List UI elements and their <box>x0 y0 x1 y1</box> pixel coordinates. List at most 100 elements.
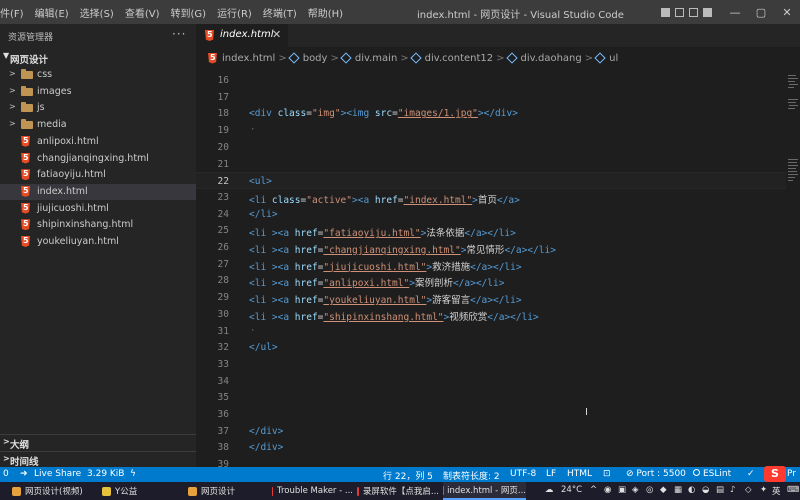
port-status[interactable]: ⊘ Port : 5500 <box>626 469 686 479</box>
minimap[interactable] <box>786 69 800 467</box>
tree-item-jiujicuoshi-html[interactable]: jiujicuoshi.html <box>0 201 196 217</box>
code-line[interactable]: 34 <box>196 373 786 390</box>
code-line[interactable]: 29 <li ><a href="youkeliuyan.html">游客留言</… <box>196 289 786 306</box>
code-line[interactable]: 25 <li ><a href="fatiaoyiju.html">法条依据</a… <box>196 222 786 239</box>
toggle-secondary-sidebar-icon[interactable] <box>689 7 698 17</box>
code-line[interactable]: 20 <box>196 139 786 156</box>
code-editor[interactable]: 16 17 18 <div class="img"><img src="images/… <box>196 69 786 467</box>
tree-item-changjianqingxing-html[interactable]: changjianqingxing.html <box>0 151 196 167</box>
tree-item-images[interactable]: > images <box>0 84 196 100</box>
maximize-button[interactable]: ▢ <box>748 6 774 19</box>
tree-item-css[interactable]: > css <box>0 67 196 83</box>
volume-icon[interactable]: ♪ <box>730 485 735 495</box>
breadcrumb-div-daohang[interactable]: div.daohang <box>521 53 582 64</box>
code-line[interactable]: 23 <li class="active"><a href="index.html… <box>196 189 786 206</box>
taskbar-app-button[interactable]: Trouble Maker - ... <box>272 482 353 500</box>
live-share-button[interactable]: Live Share <box>34 469 81 479</box>
tree-item-js[interactable]: > js <box>0 100 196 116</box>
tray-app-icon[interactable]: ✦ <box>760 485 767 495</box>
code-line[interactable]: 30 <li ><a href="shipinxinshang.html">视频欣… <box>196 306 786 323</box>
taskbar-app-button[interactable]: 网页设计(视频) <box>12 482 98 500</box>
close-button[interactable]: ✕ <box>774 6 800 19</box>
tray-app-icon[interactable]: ◆ <box>660 485 667 495</box>
code-line[interactable]: 19 · <box>196 122 786 139</box>
code-line[interactable]: 17 <box>196 89 786 106</box>
ime-icon[interactable]: ⌨ <box>787 485 799 495</box>
taskbar-app-button[interactable]: 录屏软件【点我启... <box>357 482 439 500</box>
tray-app-icon[interactable]: ◇ <box>745 485 752 495</box>
menu-goto[interactable]: 转到(G) <box>171 5 213 20</box>
code-line[interactable]: 28 <li ><a href="anlipoxi.html">案例剖析</a><… <box>196 272 786 289</box>
menu-edit[interactable]: 编辑(E) <box>35 5 75 20</box>
indentation[interactable]: 制表符长度: 2 <box>443 469 500 482</box>
taskbar-app-button[interactable]: 网页设计 <box>188 482 268 500</box>
tab-index-html[interactable]: index.html ✕ <box>196 24 288 47</box>
menu-selection[interactable]: 选择(S) <box>80 5 120 20</box>
code-line[interactable]: 31 · <box>196 323 786 340</box>
code-line[interactable]: 35 <box>196 389 786 406</box>
tree-item-media[interactable]: > media <box>0 117 196 133</box>
tray-app-icon[interactable]: ◈ <box>632 485 639 495</box>
tray-app-icon[interactable]: ▣ <box>618 485 626 495</box>
breadcrumb-div-main[interactable]: div.main <box>355 53 397 64</box>
breadcrumb-ul[interactable]: ul <box>609 53 618 64</box>
code-line[interactable]: 38 </div> <box>196 439 786 456</box>
outline-section[interactable]: > 大纲 <box>0 434 196 451</box>
tray-app-icon[interactable]: ◐ <box>688 485 695 495</box>
menu-terminal[interactable]: 终端(T) <box>263 5 303 20</box>
breadcrumb-div-content12[interactable]: div.content12 <box>425 53 493 64</box>
taskbar-app-button[interactable]: Y公益 <box>102 482 184 500</box>
status-problems[interactable]: 0 <box>3 469 9 479</box>
code-line[interactable]: 24 </li> <box>196 206 786 223</box>
wechat-tray-icon[interactable]: ◉ <box>604 485 611 495</box>
breadcrumb-file[interactable]: index.html <box>222 53 275 64</box>
code-line[interactable]: 37 </div> <box>196 423 786 440</box>
encoding[interactable]: UTF-8 <box>510 469 536 479</box>
tree-item-index-html[interactable]: index.html <box>0 183 196 200</box>
tree-item-youkeliuyan-html[interactable]: youkeliuyan.html <box>0 234 196 250</box>
code-line[interactable]: 26 <li ><a href="changjianqingxing.html">… <box>196 239 786 256</box>
tree-item-fatiaoyiju-html[interactable]: fatiaoyiju.html <box>0 167 196 183</box>
toggle-sidebar-icon[interactable] <box>661 7 670 17</box>
network-icon[interactable]: ▤ <box>716 485 724 495</box>
minimize-button[interactable]: — <box>722 6 748 19</box>
tray-app-icon[interactable]: ▦ <box>674 485 682 495</box>
language-mode[interactable]: HTML <box>567 469 592 479</box>
eslint-status[interactable]: ESLint <box>693 469 731 479</box>
menu-help[interactable]: 帮助(H) <box>308 5 349 20</box>
code-line[interactable]: 22 <ul> <box>196 172 786 189</box>
toggle-panel-icon[interactable] <box>675 7 684 17</box>
code-line[interactable]: 18 <div class="img"><img src="images/1.jp… <box>196 105 786 122</box>
prettier-status[interactable]: Pr <box>787 469 796 479</box>
menu-run[interactable]: 运行(R) <box>217 5 258 20</box>
taskbar-app-button[interactable]: index.html - 网页... <box>443 482 526 500</box>
code-line[interactable]: 16 <box>196 72 786 89</box>
menu-view[interactable]: 查看(V) <box>125 5 166 20</box>
workspace-root[interactable]: ▼ 网页设计 <box>0 51 196 66</box>
close-tab-icon[interactable]: ✕ <box>272 28 281 41</box>
code-line[interactable]: 33 <box>196 356 786 373</box>
tray-app-icon[interactable]: ◎ <box>646 485 653 495</box>
tray-expand-icon[interactable]: ^ <box>590 485 597 495</box>
code-line[interactable]: 32 </ul> <box>196 339 786 356</box>
tree-item-shipinxinshang-html[interactable]: shipinxinshang.html <box>0 217 196 233</box>
timeline-section[interactable]: > 时间线 <box>0 451 196 468</box>
more-actions-icon[interactable]: ··· <box>172 27 186 41</box>
breadcrumb-body[interactable]: body <box>303 53 328 64</box>
tray-app-icon[interactable]: ◒ <box>702 485 709 495</box>
sync-icon[interactable]: ϟ <box>130 469 136 479</box>
sogou-ime-icon[interactable]: S <box>764 466 786 482</box>
code-line[interactable]: 39 <box>196 456 786 467</box>
code-icon[interactable]: ⊡ <box>603 469 611 479</box>
prettier-icon[interactable]: ✓ <box>747 469 755 479</box>
code-line[interactable]: 36 <box>196 406 786 423</box>
code-line[interactable]: 27 <li ><a href="jiujicuoshi.html">救济措施</… <box>196 256 786 273</box>
tree-item-anlipoxi-html[interactable]: anlipoxi.html <box>0 134 196 150</box>
weather-temp[interactable]: 24°C <box>561 485 582 495</box>
end-of-line[interactable]: LF <box>546 469 556 479</box>
cursor-position[interactable]: 行 22，列 5 <box>383 469 433 482</box>
menu-file[interactable]: 件(F) <box>0 5 30 20</box>
input-method-label[interactable]: 英 <box>772 485 781 497</box>
code-line[interactable]: 21 <box>196 156 786 173</box>
customize-layout-icon[interactable] <box>703 7 712 17</box>
